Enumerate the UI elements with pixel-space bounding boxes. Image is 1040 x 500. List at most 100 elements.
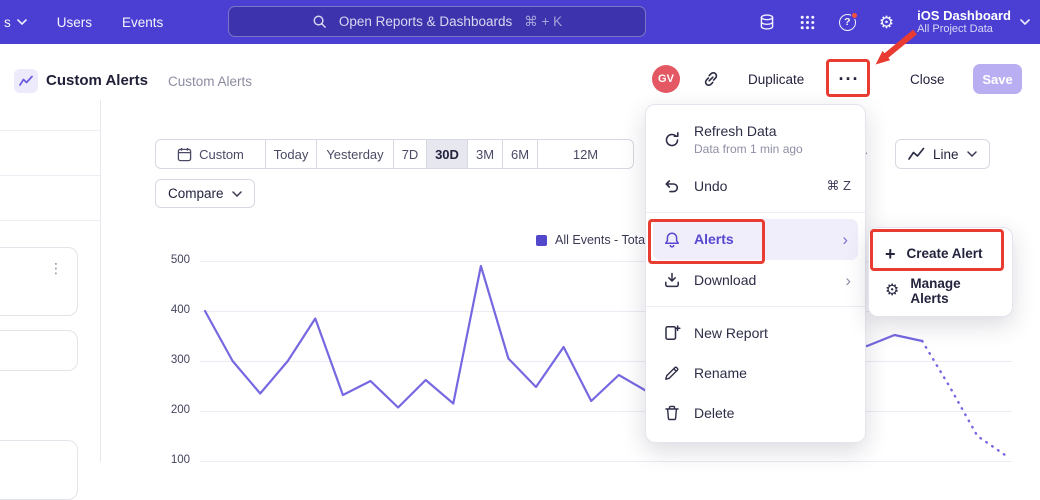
duplicate-button[interactable]: Duplicate (748, 72, 804, 87)
gear-icon: ⚙ (885, 283, 899, 299)
menu-item-label: New Report (694, 325, 768, 342)
date-segment-today[interactable]: Today (265, 140, 316, 168)
y-axis-tick: 500 (158, 254, 190, 266)
new-report-icon (663, 324, 681, 342)
sidebar-card[interactable] (0, 330, 78, 371)
menu-item-download[interactable]: Download › (646, 260, 865, 300)
chart-legend: All Events - Total (536, 233, 648, 247)
date-segment-custom[interactable]: Custom (156, 140, 265, 168)
save-button[interactable]: Save (973, 64, 1022, 94)
nav-item-boards[interactable]: s (4, 15, 27, 30)
refresh-icon (663, 131, 681, 149)
apps-grid-icon[interactable] (799, 14, 816, 31)
date-segment-6m[interactable]: 6M (502, 140, 537, 168)
download-icon (663, 271, 681, 289)
segment-label: Yesterday (326, 147, 383, 162)
y-axis-tick: 400 (158, 304, 190, 316)
segment-label: 12M (573, 147, 598, 162)
help-icon[interactable]: ? (839, 14, 856, 31)
submenu-item-create-alert[interactable]: + Create Alert (869, 235, 1012, 272)
menu-item-label: Delete (694, 405, 734, 422)
chevron-down-icon (17, 19, 27, 25)
legend-label: All Events - Total (555, 233, 648, 247)
line-chart-icon (908, 147, 925, 161)
sidebar-card[interactable] (0, 440, 78, 500)
project-scope: All Project Data (917, 23, 1011, 36)
submenu-item-manage-alerts[interactable]: ⚙ Manage Alerts (869, 272, 1012, 309)
sidebar-separator (0, 175, 100, 176)
chevron-right-icon: › (842, 231, 848, 248)
legend-swatch (536, 235, 547, 246)
link-icon[interactable] (702, 70, 720, 91)
nav-item-label: Users (57, 15, 92, 30)
settings-gear-icon[interactable]: ⚙ (879, 14, 894, 31)
pencil-icon (663, 364, 681, 382)
kebab-menu-icon[interactable]: ⋮ (49, 260, 63, 277)
segment-label: 30D (435, 147, 459, 162)
menu-item-refresh-data[interactable]: Refresh Data Data from 1 min ago (646, 114, 865, 166)
more-options-button[interactable]: ··· (831, 64, 867, 94)
chevron-down-icon (1020, 19, 1030, 25)
top-navbar: s Users Events Open Reports & Dashboards… (0, 0, 1040, 44)
chart-type-button[interactable]: Line (895, 139, 990, 169)
nav-item-events[interactable]: Events (122, 15, 163, 30)
menu-item-label: Refresh Data (694, 123, 803, 140)
menu-item-undo[interactable]: Undo ⌘ Z (646, 166, 865, 206)
menu-item-rename[interactable]: Rename (646, 353, 865, 393)
breadcrumb: Custom Alerts (168, 74, 252, 89)
menu-item-label: Undo (694, 178, 727, 195)
sidebar-card[interactable]: ⋮ (0, 247, 78, 316)
search-shortcut: ⌘ + K (524, 14, 562, 30)
alerts-submenu: + Create Alert ⚙ Manage Alerts (868, 227, 1013, 317)
date-segment-12m[interactable]: 12M (537, 140, 633, 168)
data-icon[interactable] (758, 13, 776, 31)
search-icon (312, 14, 327, 29)
global-search[interactable]: Open Reports & Dashboards ⌘ + K (228, 6, 646, 37)
compare-label: Compare (168, 186, 224, 201)
menu-item-alerts[interactable]: Alerts › (653, 219, 858, 260)
segment-label: 3M (476, 147, 494, 162)
menu-item-new-report[interactable]: New Report (646, 313, 865, 353)
chart-line-dashed (922, 341, 1005, 455)
avatar[interactable]: GV (652, 65, 680, 93)
sidebar-separator (0, 130, 100, 131)
nav-left: s Users Events (4, 0, 163, 44)
menu-item-label: Alerts (694, 231, 734, 248)
close-button[interactable]: Close (910, 72, 945, 87)
menu-item-label: Rename (694, 365, 747, 382)
nav-item-label: s (4, 15, 11, 30)
report-icon (14, 69, 38, 93)
segment-label: 7D (402, 147, 419, 162)
page-title: Custom Alerts (46, 72, 148, 89)
segment-label: 6M (511, 147, 529, 162)
sidebar-separator (0, 220, 100, 221)
project-selector[interactable]: iOS Dashboard All Project Data (917, 8, 1030, 36)
nav-item-users[interactable]: Users (57, 15, 92, 30)
context-menu: Refresh Data Data from 1 min ago Undo ⌘ … (645, 104, 866, 443)
date-segment-yesterday[interactable]: Yesterday (316, 140, 393, 168)
segment-label: Today (274, 147, 309, 162)
date-segment-3m[interactable]: 3M (467, 140, 502, 168)
menu-item-label: Download (694, 272, 756, 289)
plus-icon: + (885, 245, 896, 263)
date-range-control: Custom Today Yesterday 7D 30D 3M 6M 12M (155, 139, 634, 169)
segment-label: Custom (199, 147, 244, 162)
compare-button[interactable]: Compare (155, 179, 255, 208)
nav-right: ? ⚙ iOS Dashboard All Project Data (758, 0, 1030, 44)
project-name: iOS Dashboard (917, 8, 1011, 23)
chevron-down-icon (967, 151, 977, 157)
menu-item-sublabel: Data from 1 min ago (694, 142, 803, 157)
calendar-icon (177, 147, 192, 162)
trash-icon (663, 404, 681, 422)
nav-item-label: Events (122, 15, 163, 30)
menu-divider (646, 212, 865, 213)
date-segment-30d[interactable]: 30D (426, 140, 467, 168)
y-axis-tick: 200 (158, 404, 190, 416)
menu-item-delete[interactable]: Delete (646, 393, 865, 433)
date-segment-7d[interactable]: 7D (393, 140, 426, 168)
y-axis-tick: 300 (158, 354, 190, 366)
sidebar-divider (100, 100, 101, 462)
chart-type-label: Line (933, 147, 959, 162)
menu-item-shortcut: ⌘ Z (826, 178, 851, 194)
search-placeholder: Open Reports & Dashboards (339, 14, 512, 29)
